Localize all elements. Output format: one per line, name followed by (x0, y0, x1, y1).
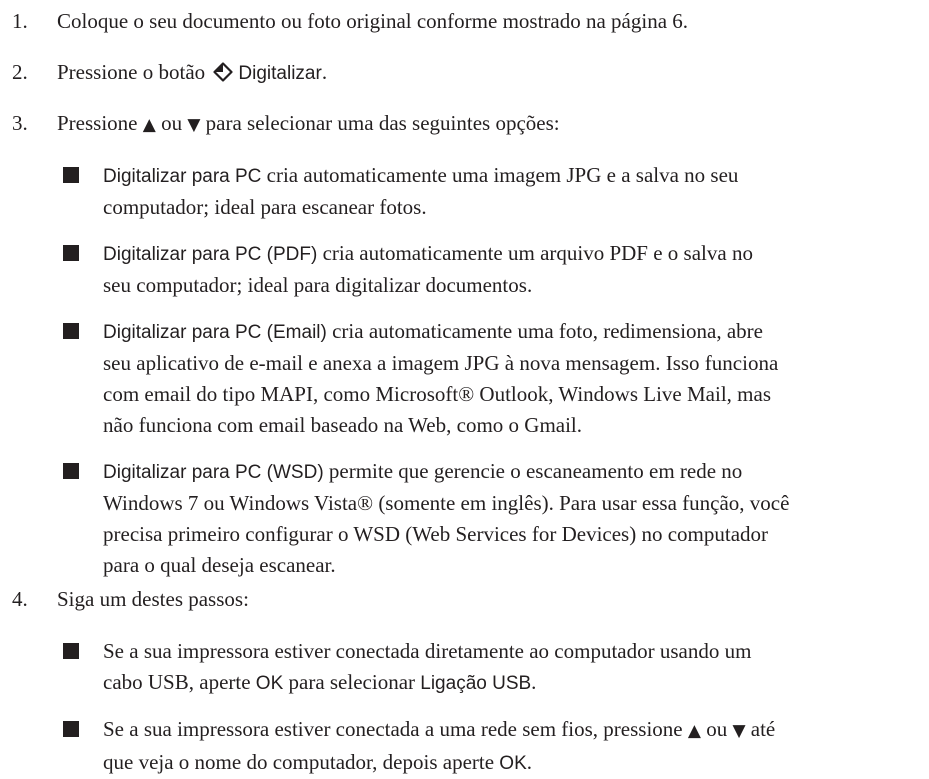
down-arrow-icon: ▼ (732, 721, 746, 741)
option-description-line: seu computador; ideal para digitalizar d… (103, 273, 533, 297)
option-text: Digitalizar para PC (WSD) permite que ge… (103, 456, 917, 581)
up-arrow-icon: ▲ (687, 721, 701, 741)
step-text-after: . (321, 60, 328, 84)
up-arrow-icon: ▲ (142, 115, 156, 135)
instruction-page: 1. Coloque o seu documento ou foto origi… (0, 0, 929, 774)
step-number: 3. (12, 111, 28, 135)
option-description-line: precisa primeiro configurar o WSD (Web S… (103, 522, 769, 546)
bullet-square-icon (63, 167, 79, 183)
connector-text: ou (706, 717, 728, 741)
option-description-line: com email do tipo MAPI, como Microsoft® … (103, 382, 771, 406)
option-description: até (750, 717, 776, 741)
option-label: Digitalizar para PC (PDF) (103, 244, 318, 265)
step-text-before: Pressione (57, 111, 138, 135)
step-text-before: Pressione o botão (57, 60, 206, 84)
bullet-square-icon (63, 323, 79, 339)
step-number: 2. (12, 60, 28, 84)
digitalizar-button-label: Digitalizar (238, 63, 322, 84)
option-description: cria automaticamente um arquivo PDF e o … (322, 241, 753, 265)
step-text: Coloque o seu documento ou foto original… (57, 9, 689, 33)
option-label: Digitalizar para PC (103, 166, 262, 187)
option-description-line: não funciona com email baseado na Web, c… (103, 413, 583, 437)
bullet-square-icon (63, 721, 79, 737)
step-number: 4. (12, 587, 28, 611)
bullet-square-icon (63, 643, 79, 659)
usb-connection-label: Ligação USB (420, 673, 532, 694)
option-description: . (526, 750, 532, 774)
option-description: permite que gerencie o escaneamento em r… (328, 459, 743, 483)
option-description-line: Se a sua impressora estiver conectada di… (103, 639, 752, 663)
down-arrow-icon: ▼ (187, 115, 201, 135)
option-description: Se a sua impressora estiver conectada a … (103, 717, 683, 741)
option-text: Digitalizar para PC cria automaticamente… (103, 160, 917, 223)
ok-button-label: OK (499, 753, 527, 774)
step-text: Pressione ▲ ou ▼ para selecionar uma das… (57, 108, 919, 140)
ok-button-label: OK (255, 673, 284, 694)
option-description: . (531, 670, 537, 694)
option-description: cria automaticamente uma imagem JPG e a … (266, 163, 739, 187)
option-description: cria automaticamente uma foto, redimensi… (332, 319, 763, 343)
bullet-square-icon (63, 245, 79, 261)
option-description-line: computador; ideal para escanear fotos. (103, 195, 427, 219)
step-text: Siga um destes passos: (57, 587, 249, 611)
option-text: Se a sua impressora estiver conectada a … (103, 714, 917, 779)
option-text: Se a sua impressora estiver conectada di… (103, 636, 917, 699)
option-label: Digitalizar para PC (WSD) (103, 462, 324, 483)
step-number: 1. (12, 9, 28, 33)
option-label: Digitalizar para PC (Email) (103, 322, 327, 343)
option-description-line: para o qual deseja escanear. (103, 553, 336, 577)
option-description-line: Windows 7 ou Windows Vista® (somente em … (103, 491, 790, 515)
bullet-square-icon (63, 463, 79, 479)
step-text: Pressione o botão Digitalizar. (57, 57, 919, 89)
connector-text: ou (161, 111, 183, 135)
scan-diamond-icon (213, 62, 234, 82)
step-text-after: para selecionar uma das seguintes opções… (205, 111, 560, 135)
option-description-line: seu aplicativo de e-mail e anexa a image… (103, 351, 779, 375)
option-description: cabo USB, aperte (103, 670, 251, 694)
option-description: que veja o nome do computador, depois ap… (103, 750, 495, 774)
option-description: para selecionar (288, 670, 416, 694)
option-text: Digitalizar para PC (Email) cria automat… (103, 316, 917, 441)
option-text: Digitalizar para PC (PDF) cria automatic… (103, 238, 917, 301)
